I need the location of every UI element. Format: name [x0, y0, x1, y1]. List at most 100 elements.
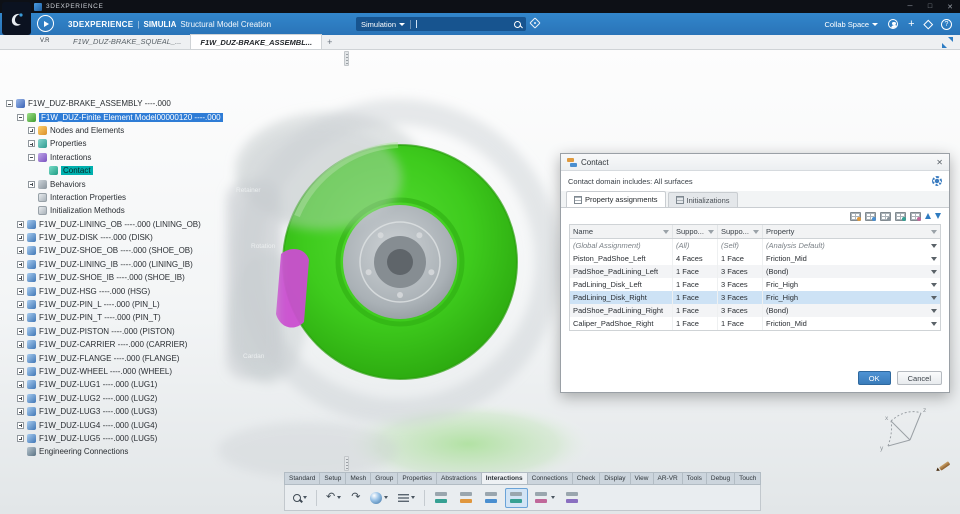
- tree-expander-icon[interactable]: [17, 260, 24, 268]
- close-button[interactable]: ✕: [940, 3, 960, 11]
- tree-expander-icon[interactable]: [17, 381, 24, 389]
- cancel-button[interactable]: Cancel: [896, 371, 942, 385]
- ribbon-tab[interactable]: Touch: [734, 472, 762, 485]
- tree-item[interactable]: F1W_DUZ-LUG5 ----.000 (LUG5): [6, 432, 223, 445]
- filter-icon[interactable]: [753, 229, 759, 234]
- model-label-rotation[interactable]: Rotation: [251, 243, 276, 250]
- dropdown-caret-icon[interactable]: [931, 269, 937, 274]
- general-contact-tool[interactable]: [455, 488, 478, 508]
- ribbon-tab[interactable]: Setup: [319, 472, 346, 485]
- filter-icon[interactable]: [663, 229, 669, 234]
- ribbon-tab[interactable]: Properties: [397, 472, 436, 485]
- search-input[interactable]: [416, 17, 509, 31]
- tree-item[interactable]: F1W_DUZ-HSG ----.000 (HSG): [6, 284, 223, 297]
- dropdown-caret-icon[interactable]: [931, 256, 937, 261]
- tree-expander-icon[interactable]: [17, 421, 24, 429]
- expand-view-icon[interactable]: [942, 36, 953, 48]
- compass-logo-icon[interactable]: [2, 2, 31, 35]
- tree-item[interactable]: F1W_DUZ-SHOE_IB ----.000 (SHOE_IB): [6, 271, 223, 284]
- model-label-retainer[interactable]: Retainer: [236, 187, 261, 194]
- collab-space-select[interactable]: Collab Space: [824, 20, 879, 29]
- tree-item[interactable]: F1W_DUZ-PIN_L ----.000 (PIN_L): [6, 298, 223, 311]
- annotate-pencil-icon[interactable]: [936, 458, 952, 474]
- property-cell[interactable]: Fric_High: [762, 278, 940, 291]
- ribbon-tab[interactable]: View: [629, 472, 653, 485]
- tree-item[interactable]: Properties: [6, 137, 223, 150]
- column-header-support1[interactable]: Suppo...: [672, 225, 717, 238]
- tree-item[interactable]: Behaviors: [6, 177, 223, 190]
- tree-item[interactable]: Nodes and Elements: [6, 124, 223, 137]
- tree-expander-icon[interactable]: [17, 287, 24, 295]
- splitter-grip[interactable]: [344, 456, 349, 471]
- filter-table-icon[interactable]: [880, 211, 891, 221]
- column-header-property[interactable]: Property: [762, 225, 940, 238]
- new-tab-button[interactable]: +: [327, 37, 332, 47]
- tree-item[interactable]: F1W_DUZ-Finite Element Model00000120 ---…: [6, 110, 223, 123]
- tree-item[interactable]: F1W_DUZ-CARRIER ----.000 (CARRIER): [6, 338, 223, 351]
- dialog-tab[interactable]: Initializations: [667, 192, 738, 207]
- tree-expander-icon[interactable]: [17, 220, 24, 228]
- filter-icon[interactable]: [708, 229, 714, 234]
- tree-expander-icon[interactable]: [28, 180, 35, 188]
- tree-item[interactable]: F1W_DUZ-WHEEL ----.000 (WHEEL): [6, 365, 223, 378]
- ok-button[interactable]: OK: [857, 371, 891, 385]
- tree-expander-icon[interactable]: [17, 113, 24, 121]
- initialization-tool[interactable]: [561, 488, 584, 508]
- ribbon-tab[interactable]: Check: [571, 472, 600, 485]
- tree-item[interactable]: Interaction Properties: [6, 191, 223, 204]
- tree-expander-icon[interactable]: [28, 126, 35, 134]
- brake-pad-lining[interactable]: [276, 249, 309, 328]
- contact-table-row[interactable]: PadShoe_PadLining_Right 1 Face 3 Faces (…: [570, 304, 940, 317]
- tree-expander-icon[interactable]: [17, 368, 24, 375]
- tree-item[interactable]: F1W_DUZ-BRAKE_ASSEMBLY ----.000: [6, 97, 223, 110]
- contact-table-row[interactable]: Piston_PadShoe_Left 4 Faces 1 Face Frict…: [570, 252, 940, 265]
- dialog-titlebar[interactable]: Contact ✕: [561, 154, 949, 171]
- tree-item[interactable]: F1W_DUZ-LUG4 ----.000 (LUG4): [6, 418, 223, 431]
- tree-item[interactable]: Initialization Methods: [6, 204, 223, 217]
- tree-item[interactable]: F1W_DUZ-SHOE_OB ----.000 (SHOE_OB): [6, 244, 223, 257]
- share-icon[interactable]: [923, 19, 933, 29]
- document-tab[interactable]: F1W_DUZ-BRAKE_ASSEMBL...: [190, 34, 323, 49]
- tree-item[interactable]: F1W_DUZ-DISK ----.000 (DISK): [6, 231, 223, 244]
- tree-expander-icon[interactable]: [28, 140, 35, 148]
- contact-table-row[interactable]: PadShoe_PadLining_Left 1 Face 3 Faces (B…: [570, 265, 940, 278]
- tree-item[interactable]: F1W_DUZ-PIN_T ----.000 (PIN_T): [6, 311, 223, 324]
- tree-item[interactable]: F1W_DUZ-LUG1 ----.000 (LUG1): [6, 378, 223, 391]
- display-mode-button[interactable]: [366, 488, 392, 508]
- dropdown-caret-icon[interactable]: [931, 321, 937, 326]
- tree-expander-icon[interactable]: [17, 274, 24, 282]
- tree-expander-icon[interactable]: [17, 327, 24, 335]
- property-cell[interactable]: Friction_Mid: [762, 317, 940, 330]
- user-icon[interactable]: [888, 19, 899, 29]
- column-header-support2[interactable]: Suppo...: [717, 225, 762, 238]
- ribbon-tab[interactable]: AR-VR: [652, 472, 682, 485]
- document-tab[interactable]: F1W_DUZ-BRAKE_SQUEAL_...: [64, 34, 190, 49]
- add-row-icon[interactable]: [850, 211, 861, 221]
- detect-contacts-tool[interactable]: [430, 488, 453, 508]
- tree-item[interactable]: F1W_DUZ-PISTON ----.000 (PISTON): [6, 325, 223, 338]
- move-up-icon[interactable]: [925, 213, 931, 219]
- redo-button[interactable]: ↷: [347, 488, 364, 508]
- tree-item[interactable]: F1W_DUZ-LUG3 ----.000 (LUG3): [6, 405, 223, 418]
- contact-tool[interactable]: [505, 487, 529, 508]
- tree-item[interactable]: F1W_DUZ-FLANGE ----.000 (FLANGE): [6, 351, 223, 364]
- dropdown-caret-icon[interactable]: [931, 308, 937, 313]
- minimize-button[interactable]: ─: [900, 3, 920, 10]
- gear-icon[interactable]: [932, 176, 942, 186]
- tree-expander-icon[interactable]: [17, 234, 24, 242]
- contact-table-row[interactable]: Caliper_PadShoe_Right 1 Face 1 Face Fric…: [570, 317, 940, 330]
- tree-expander-icon[interactable]: [17, 394, 24, 402]
- ribbon-tab[interactable]: Tools: [681, 472, 706, 485]
- property-cell[interactable]: Friction_Mid: [762, 252, 940, 265]
- list-view-button[interactable]: [394, 488, 419, 508]
- ribbon-tab[interactable]: Interactions: [480, 472, 527, 485]
- tree-expander-icon[interactable]: [17, 341, 24, 349]
- tag-icon[interactable]: [529, 17, 541, 29]
- contact-table-row[interactable]: (Global Assignment) (All) (Self) (Analys…: [570, 239, 940, 252]
- tie-tool[interactable]: [530, 488, 559, 508]
- ribbon-tab[interactable]: Mesh: [345, 472, 371, 485]
- add-button[interactable]: +: [908, 18, 914, 30]
- splitter-grip[interactable]: [344, 51, 349, 66]
- dialog-tab[interactable]: Property assignments: [566, 191, 666, 207]
- search-tool[interactable]: [289, 488, 311, 508]
